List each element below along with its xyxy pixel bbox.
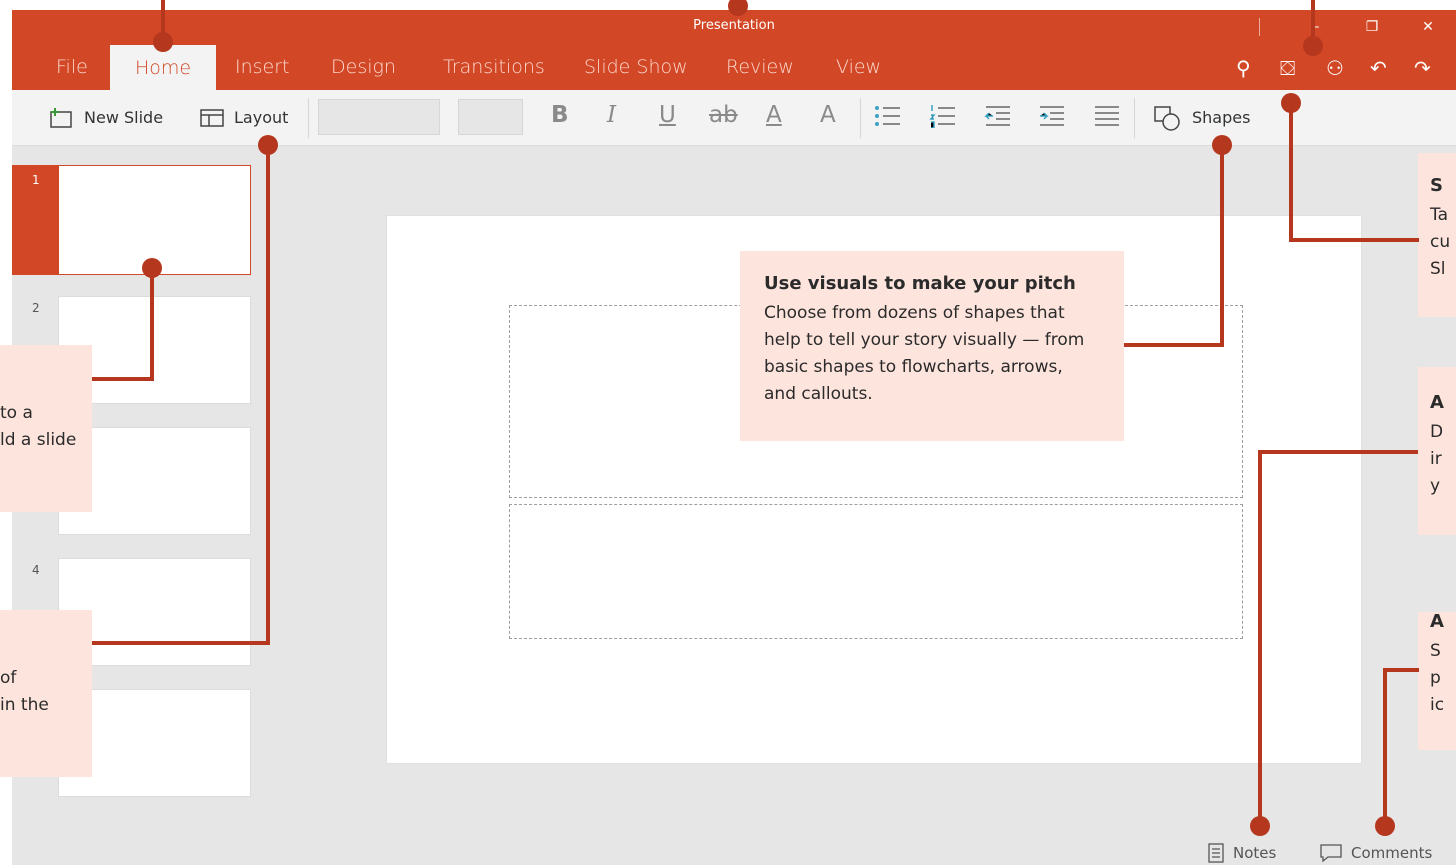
callout-line: ic	[1430, 695, 1445, 715]
tab-file[interactable]: File	[56, 56, 88, 78]
callout-body: Choose from dozens of shapes that help t…	[764, 303, 1085, 404]
slide-number: 1	[32, 173, 40, 187]
callout-dot	[1303, 36, 1323, 56]
slide-number: 2	[32, 301, 40, 315]
comments-callout: A S p ic	[1418, 611, 1456, 750]
notes-icon	[1208, 843, 1224, 863]
callout-line: D	[1430, 422, 1444, 442]
new-slide-icon	[50, 107, 72, 128]
layout-callout: of in the	[0, 610, 92, 777]
window-title: Presentation	[693, 18, 775, 33]
callout-line: p	[1430, 668, 1441, 688]
slide-number: 4	[32, 563, 40, 577]
present-icon[interactable]: ⛋	[1280, 56, 1295, 80]
comments-button[interactable]: Comments	[1320, 843, 1432, 863]
callout-line: S	[1430, 641, 1441, 661]
title-bar: Presentation – ❐ ✕ File Home Insert Desi…	[12, 10, 1456, 90]
new-slide-callout: to a ld a slide	[0, 345, 92, 512]
layout-icon	[200, 108, 224, 127]
leader-line	[1383, 668, 1387, 826]
font-color-button[interactable]: A	[766, 102, 782, 128]
new-slide-button[interactable]: New Slide	[48, 90, 163, 145]
leader-line	[1289, 103, 1293, 242]
callout-line: to a	[0, 403, 33, 423]
callout-dot	[1250, 816, 1270, 836]
leader-line	[1289, 238, 1419, 242]
new-slide-label: New Slide	[84, 108, 164, 127]
tab-transitions[interactable]: Transitions	[443, 56, 545, 78]
clear-format-button[interactable]: A	[820, 102, 836, 128]
tab-slide-show[interactable]: Slide Show	[584, 56, 688, 78]
close-button[interactable]: ✕	[1400, 19, 1456, 35]
lightbulb-icon[interactable]: ⚲	[1236, 56, 1251, 80]
subtitle-placeholder[interactable]	[509, 504, 1243, 639]
restore-button[interactable]: ❐	[1344, 19, 1400, 35]
leader-line	[1220, 145, 1224, 347]
bullets-icon[interactable]	[874, 104, 902, 128]
callout-title: A	[1430, 392, 1444, 413]
callout-line: cu	[1430, 232, 1451, 252]
minimize-button[interactable]: –	[1288, 19, 1344, 35]
leader-line	[1383, 668, 1419, 672]
callout-title: A	[1430, 611, 1444, 632]
undo-icon[interactable]: ↶	[1370, 56, 1387, 80]
active-slide-marker: 1	[12, 165, 58, 275]
app-window: Presentation – ❐ ✕ File Home Insert Desi…	[0, 10, 1456, 865]
increase-indent-icon[interactable]	[1038, 104, 1066, 128]
notes-button[interactable]: Notes	[1208, 843, 1276, 863]
leader-line	[1258, 450, 1418, 454]
leader-line	[1258, 450, 1262, 826]
italic-button[interactable]: I	[607, 102, 616, 128]
ribbon-divider	[308, 98, 309, 138]
font-name-box[interactable]	[318, 99, 440, 135]
callout-line: of	[0, 668, 17, 688]
callout-line: in the	[0, 695, 49, 715]
decrease-indent-icon[interactable]	[984, 104, 1012, 128]
shapes-button[interactable]: Shapes	[1152, 90, 1250, 145]
callout-line: y	[1430, 476, 1441, 496]
title-divider	[1259, 18, 1260, 36]
callout-line: ld a slide	[0, 430, 77, 450]
ribbon-divider	[1134, 98, 1135, 138]
tab-design[interactable]: Design	[331, 56, 396, 78]
callout-title: S	[1430, 175, 1443, 196]
callout-line: Ta	[1430, 205, 1448, 225]
leader-line	[1124, 343, 1224, 347]
strikethrough-button[interactable]: ab	[709, 102, 738, 128]
callout-line: Sl	[1430, 259, 1446, 279]
layout-label: Layout	[234, 108, 289, 127]
underline-button[interactable]: U	[659, 102, 676, 128]
shapes-label: Shapes	[1192, 108, 1251, 127]
leader-line	[92, 377, 154, 381]
tab-review[interactable]: Review	[726, 56, 794, 78]
leader-line	[92, 641, 270, 645]
share-icon[interactable]: ⚇	[1326, 56, 1344, 80]
notes-label: Notes	[1233, 844, 1277, 862]
align-left-icon[interactable]	[1093, 104, 1121, 128]
slideshow-callout: S Ta cu Sl	[1418, 153, 1456, 317]
tab-insert[interactable]: Insert	[235, 56, 290, 78]
shapes-icon	[1154, 105, 1180, 131]
leader-line	[150, 268, 154, 381]
shapes-callout: Use visuals to make your pitch Choose fr…	[740, 251, 1124, 441]
window-controls: – ❐ ✕	[1259, 10, 1456, 44]
comments-label: Comments	[1351, 844, 1433, 862]
callout-line: ir	[1430, 449, 1442, 469]
redo-icon[interactable]: ↷	[1414, 56, 1431, 80]
bold-button[interactable]: B	[551, 102, 569, 128]
callout-title: Use visuals to make your pitch	[764, 273, 1076, 294]
callout-dot	[153, 32, 173, 52]
leader-line	[266, 145, 270, 645]
ribbon: New Slide Layout B I U ab A A Shapes	[12, 90, 1456, 146]
notes-callout: A D ir y	[1418, 367, 1456, 535]
layout-button[interactable]: Layout	[200, 90, 288, 145]
ribbon-divider	[860, 98, 861, 138]
comments-icon	[1320, 844, 1342, 863]
font-size-box[interactable]	[458, 99, 523, 135]
callout-dot	[1375, 816, 1395, 836]
tab-view[interactable]: View	[836, 56, 881, 78]
numbering-icon[interactable]	[929, 104, 957, 128]
